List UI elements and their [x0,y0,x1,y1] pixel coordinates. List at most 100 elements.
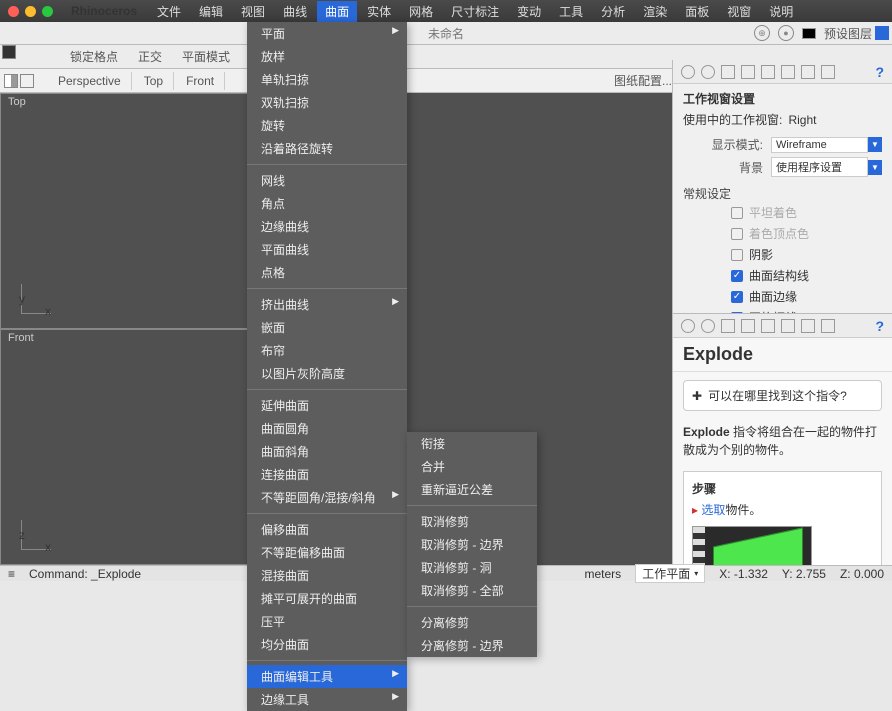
menu-12[interactable]: 面板 [677,1,717,22]
panel-icon[interactable] [821,319,835,333]
select-arrow-icon[interactable]: ▼ [868,160,882,175]
menu-4[interactable]: 曲面 [317,1,357,22]
menu-item[interactable]: 分离修剪 [407,611,537,634]
menu-item[interactable]: 点格 [247,261,407,284]
menu-item[interactable]: 曲面斜角 [247,440,407,463]
row-select[interactable]: 使用程序设置 [771,157,868,177]
help-icon[interactable]: ? [875,318,884,334]
hamburger-icon[interactable]: ≡ [8,567,15,581]
menu-3[interactable]: 曲线 [275,1,315,22]
layer-name[interactable]: 预设图层 [824,25,872,42]
menu-item[interactable]: 混接曲面 [247,564,407,587]
help-thumbnail[interactable] [692,526,812,565]
viewport-tab[interactable]: Front [176,72,225,90]
row-select[interactable]: Wireframe [771,137,868,153]
menu-item[interactable]: 平面▶ [247,22,407,45]
menu-7[interactable]: 尺寸标注 [443,1,507,22]
menu-item[interactable]: 取消修剪 - 全部 [407,579,537,602]
menu-14[interactable]: 说明 [761,1,801,22]
viewport-tab[interactable]: Top [134,72,174,90]
gridsnap-button[interactable]: 锁定格点 [70,48,118,65]
camera-icon[interactable] [761,65,775,79]
menu-item[interactable]: 角点 [247,192,407,215]
panel-toggle-button[interactable] [875,26,889,40]
zoom-traffic-light[interactable] [42,6,53,17]
minimize-traffic-light[interactable] [25,6,36,17]
record-icon[interactable]: ● [778,25,794,41]
menu-item[interactable]: 网线 [247,169,407,192]
panel-icon[interactable] [781,65,795,79]
menu-10[interactable]: 分析 [593,1,633,22]
panel-icon[interactable] [701,319,715,333]
menu-item[interactable]: 取消修剪 - 边界 [407,533,537,556]
menu-item[interactable]: 衔接 [407,432,537,455]
panel-icon[interactable] [801,319,815,333]
checkbox[interactable]: ✓ [731,291,743,303]
panel-icon[interactable] [741,65,755,79]
viewport-tab[interactable]: Perspective [48,72,132,90]
left-tool-icon[interactable] [2,45,16,59]
menu-item[interactable]: 延伸曲面 [247,394,407,417]
menu-item[interactable]: 不等距偏移曲面 [247,541,407,564]
panel-icon[interactable] [741,319,755,333]
menu-0[interactable]: 文件 [149,1,189,22]
menu-item[interactable]: 合并 [407,455,537,478]
menu-item[interactable]: 旋转 [247,114,407,137]
panel-icon[interactable] [821,65,835,79]
layer-color-swatch[interactable] [802,28,816,39]
menu-item[interactable]: 不等距圆角/混接/斜角▶ [247,486,407,509]
select-arrow-icon[interactable]: ▼ [868,137,882,152]
menu-item[interactable]: 偏移曲面 [247,518,407,541]
panel-icon[interactable] [721,319,735,333]
menu-6[interactable]: 网格 [401,1,441,22]
menu-13[interactable]: 视窗 [719,1,759,22]
cplane-select[interactable]: 工作平面▾ [635,564,705,583]
menu-item[interactable]: 嵌面 [247,316,407,339]
panel-icon[interactable] [721,65,735,79]
ortho-button[interactable]: 正交 [138,48,162,65]
help-find-box[interactable]: ✚可以在哪里找到这个指令? [683,380,882,411]
menu-item[interactable]: 曲面编辑工具▶ [247,665,407,688]
menu-item[interactable]: 取消修剪 - 洞 [407,556,537,579]
menu-9[interactable]: 工具 [551,1,591,22]
checkbox[interactable]: ✓ [731,270,743,282]
view-blank-icon[interactable] [20,74,34,88]
menu-item[interactable]: 取消修剪 [407,510,537,533]
paper-settings-button[interactable]: 图纸配置... [614,72,672,89]
menu-item[interactable]: 挤出曲线▶ [247,293,407,316]
menu-item[interactable]: 双轨扫掠 [247,91,407,114]
menu-5[interactable]: 实体 [359,1,399,22]
panel-icon[interactable] [681,319,695,333]
menu-11[interactable]: 渲染 [635,1,675,22]
panel-icon[interactable] [701,65,715,79]
menu-item[interactable]: 放样 [247,45,407,68]
menu-item[interactable]: 摊平可展开的曲面 [247,587,407,610]
target-icon[interactable]: ⊕ [754,25,770,41]
menu-item[interactable]: 边缘曲线 [247,215,407,238]
menu-item[interactable]: 平面曲线 [247,238,407,261]
menu-item[interactable]: 边缘工具▶ [247,688,407,711]
checkbox[interactable] [731,207,743,219]
checkbox[interactable] [731,249,743,261]
panel-icon[interactable] [781,319,795,333]
close-traffic-light[interactable] [8,6,19,17]
menu-item[interactable]: 曲面圆角 [247,417,407,440]
menu-item[interactable]: 单轨扫掠 [247,68,407,91]
menu-item[interactable]: 以图片灰阶高度 [247,362,407,385]
menu-item[interactable]: 沿着路径旋转 [247,137,407,160]
menu-item[interactable]: 重新逼近公差 [407,478,537,501]
checkbox[interactable] [731,228,743,240]
camera-icon[interactable] [761,319,775,333]
panel-icon[interactable] [801,65,815,79]
menu-item[interactable]: 压平 [247,610,407,633]
planar-button[interactable]: 平面模式 [182,48,230,65]
menu-item[interactable]: 连接曲面 [247,463,407,486]
menu-2[interactable]: 视图 [233,1,273,22]
menu-item[interactable]: 分离修剪 - 边界 [407,634,537,657]
menu-item[interactable]: 布帘 [247,339,407,362]
menu-item[interactable]: 均分曲面 [247,633,407,656]
help-icon[interactable]: ? [875,64,884,80]
panel-icon[interactable] [681,65,695,79]
menu-1[interactable]: 编辑 [191,1,231,22]
menu-8[interactable]: 变动 [509,1,549,22]
